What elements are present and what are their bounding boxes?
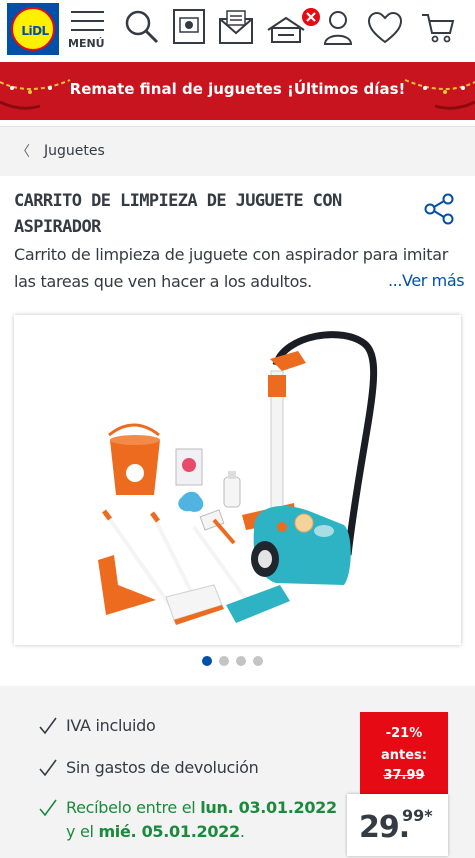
product-title: CARRITO DE LIMPIEZA DE JUGUETE CON ASPIR… bbox=[14, 188, 394, 240]
product-description-line1: Carrito de limpieza de juguete con aspir… bbox=[14, 245, 449, 264]
check-icon bbox=[38, 798, 58, 822]
delivery-line2: y el mié. 05.01.2022. bbox=[66, 822, 245, 841]
delivery-suffix: . bbox=[239, 822, 245, 841]
feature-vat-text: IVA incluido bbox=[66, 716, 156, 735]
check-icon bbox=[38, 716, 58, 740]
menu-button[interactable]: MENÚ bbox=[68, 8, 108, 54]
logo-text: LiDL bbox=[21, 24, 49, 38]
delivery-line1: Recíbelo entre el lun. 03.01.2022 bbox=[66, 798, 337, 817]
menu-icon-bar bbox=[71, 20, 104, 22]
menu-icon-bar bbox=[71, 29, 104, 31]
header: LiDL MENÚ bbox=[0, 0, 475, 62]
delivery-and: y el bbox=[66, 822, 99, 841]
cleaning-cart-toy-image bbox=[98, 331, 378, 625]
cart-icon[interactable] bbox=[420, 11, 456, 45]
feature-returns-text: Sin gastos de devolución bbox=[66, 758, 259, 777]
search-icon[interactable] bbox=[124, 9, 160, 45]
breadcrumb[interactable]: 〈 Juguetes bbox=[0, 126, 475, 176]
current-price: 29. 99* bbox=[347, 794, 448, 856]
heart-icon[interactable] bbox=[367, 11, 403, 45]
product-title-line2: ASPIRADOR bbox=[14, 217, 101, 237]
lidl-logo[interactable]: LiDL bbox=[7, 3, 59, 55]
logo-ring: LiDL bbox=[11, 7, 55, 51]
old-price: 37.99 bbox=[383, 768, 425, 783]
breadcrumb-label[interactable]: Juguetes bbox=[44, 143, 105, 159]
gallery-dot-active[interactable] bbox=[202, 656, 212, 666]
promo-text: Remate final de juguetes ¡Últimos días! bbox=[69, 80, 406, 98]
leaflet-icon[interactable] bbox=[172, 8, 208, 46]
see-more-link[interactable]: ...Ver más bbox=[388, 271, 465, 290]
user-icon[interactable] bbox=[322, 9, 354, 47]
chevron-left-icon: 〈 bbox=[16, 144, 30, 160]
old-price-label: antes: bbox=[381, 748, 427, 763]
delivery-from-date: lun. 03.01.2022 bbox=[200, 798, 337, 817]
share-icon[interactable] bbox=[422, 192, 456, 230]
home-delivery-icon[interactable] bbox=[266, 8, 322, 48]
menu-label: MENÚ bbox=[68, 37, 105, 50]
current-price-cents: 99* bbox=[402, 806, 433, 825]
gallery-dot[interactable] bbox=[236, 656, 246, 666]
delivery-prefix: Recíbelo entre el bbox=[66, 798, 201, 817]
discount-badge: -21% antes: 37.99 bbox=[360, 712, 448, 794]
product-title-line1: CARRITO DE LIMPIEZA DE JUGUETE CON bbox=[14, 191, 342, 211]
delivery-to-date: mié. 05.01.2022 bbox=[98, 822, 240, 841]
check-icon bbox=[38, 758, 58, 782]
gallery-dot[interactable] bbox=[253, 656, 263, 666]
mail-icon[interactable] bbox=[218, 9, 256, 45]
promo-banner[interactable]: Remate final de juguetes ¡Últimos días! bbox=[0, 62, 475, 120]
discount-percent: -21% bbox=[385, 726, 423, 741]
gallery-dot[interactable] bbox=[219, 656, 229, 666]
menu-icon-bar bbox=[71, 11, 104, 13]
product-image[interactable] bbox=[14, 315, 461, 645]
